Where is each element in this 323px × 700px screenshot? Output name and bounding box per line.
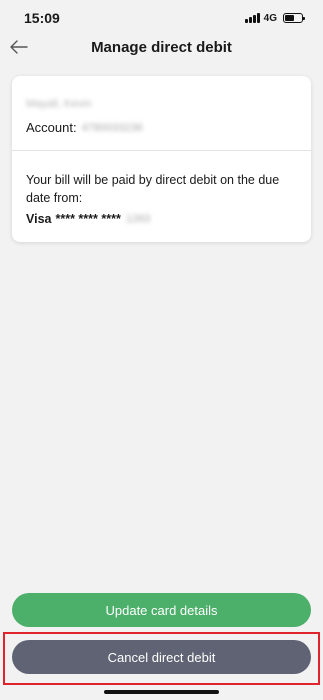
network-type: 4G [263,12,277,24]
back-button[interactable] [8,36,30,58]
header: Manage direct debit [0,36,323,58]
status-time: 15:09 [24,10,60,26]
home-indicator [104,690,219,694]
card-brand: Visa [26,212,52,226]
status-bar: 15:09 4G [0,0,323,36]
bill-text: Your bill will be paid by direct debit o… [26,173,280,205]
update-card-details-button[interactable]: Update card details [12,593,311,627]
signal-icon [244,13,260,23]
battery-icon [283,13,305,23]
account-holder-name: Mayall, Kevin [26,98,92,110]
card-line: Visa **** **** **** 1263 [26,212,297,226]
payment-section: Your bill will be paid by direct debit o… [12,151,311,226]
status-icons: 4G [244,12,305,24]
cancel-direct-debit-button[interactable]: Cancel direct debit [12,640,311,674]
card-mask: **** **** **** [55,212,121,226]
account-section: Mayall, Kevin Account: 4780033236 [12,76,311,150]
account-line: Account: 4780033236 [26,120,297,135]
account-label: Account: [26,120,77,135]
screen: 15:09 4G Manage direct debit Mayall, Kev… [0,0,323,700]
battery-level [285,15,294,21]
card-last-digits: 1263 [125,213,151,225]
arrow-left-icon [10,40,28,54]
page-title: Manage direct debit [91,38,232,56]
account-number: 4780033236 [81,121,143,134]
direct-debit-card: Mayall, Kevin Account: 4780033236 Your b… [12,76,311,242]
